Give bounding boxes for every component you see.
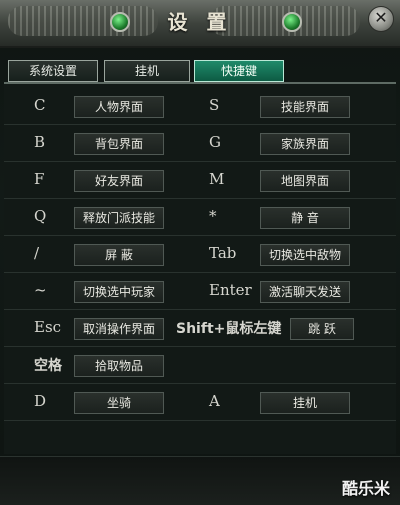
- hotkey-row: ~ 切换选中玩家 Enter 激活聊天发送: [4, 273, 396, 310]
- key-label: C: [34, 96, 46, 114]
- key-label: *: [209, 207, 217, 225]
- key-label: Q: [34, 207, 47, 225]
- hotkey-row: / 屏 蔽 Tab 切换选中敌物: [4, 236, 396, 273]
- watermark-logo: 酷乐米: [341, 479, 390, 498]
- hotkey-action-button[interactable]: 家族界面: [260, 133, 350, 155]
- key-label: G: [209, 133, 221, 151]
- hotkey-row: F 好友界面 M 地图界面: [4, 162, 396, 199]
- tab-bar: 系统设置 挂机 快捷键: [4, 60, 396, 84]
- key-label: D: [34, 392, 47, 410]
- hotkey-action-button[interactable]: 拾取物品: [74, 355, 164, 377]
- hotkey-action-button[interactable]: 坐骑: [74, 392, 164, 414]
- hotkey-action-button[interactable]: 人物界面: [74, 96, 164, 118]
- key-label: Shift+鼠标左键: [176, 321, 282, 337]
- hotkey-row: D 坐骑 A 挂机: [4, 384, 396, 421]
- key-label: 空格: [34, 358, 62, 374]
- window-title: 设 置: [167, 10, 233, 34]
- key-label: B: [34, 133, 46, 151]
- hotkey-action-button[interactable]: 静 音: [260, 207, 350, 229]
- key-label: Tab: [209, 244, 237, 262]
- hotkey-action-button[interactable]: 跳 跃: [290, 318, 354, 340]
- hotkey-row: B 背包界面 G 家族界面: [4, 125, 396, 162]
- hotkey-action-button[interactable]: 切换选中敌物: [260, 244, 350, 266]
- hotkey-row: 空格 拾取物品: [4, 347, 396, 384]
- key-label: Esc: [34, 318, 62, 336]
- key-label: Enter: [209, 281, 252, 299]
- hotkey-action-button[interactable]: 好友界面: [74, 170, 164, 192]
- key-label: A: [209, 392, 220, 410]
- key-label: F: [34, 170, 45, 188]
- title-bar: 设 置 ✕: [0, 0, 400, 48]
- key-label: /: [34, 244, 40, 262]
- footer-bar: 酷乐米: [0, 456, 400, 505]
- hotkey-action-button[interactable]: 技能界面: [260, 96, 350, 118]
- hotkey-action-button[interactable]: 挂机: [260, 392, 350, 414]
- hotkey-action-button[interactable]: 屏 蔽: [74, 244, 164, 266]
- key-label: ~: [34, 281, 47, 299]
- hotkey-action-button[interactable]: 切换选中玩家: [74, 281, 164, 303]
- hotkey-action-button[interactable]: 取消操作界面: [74, 318, 164, 340]
- tab-hotkeys[interactable]: 快捷键: [194, 60, 284, 82]
- settings-window: 设 置 ✕ 系统设置 挂机 快捷键 C 人物界面 S 技能界面 B 背包界面 G…: [0, 0, 400, 505]
- key-label: M: [209, 170, 225, 188]
- hotkey-row: Esc 取消操作界面 Shift+鼠标左键 跳 跃: [4, 310, 396, 347]
- hotkey-panel: C 人物界面 S 技能界面 B 背包界面 G 家族界面 F 好友界面 M 地图界…: [4, 84, 396, 454]
- hotkey-row: C 人物界面 S 技能界面: [4, 88, 396, 125]
- tab-system-settings[interactable]: 系统设置: [8, 60, 98, 82]
- tab-auto-hang[interactable]: 挂机: [104, 60, 190, 82]
- close-icon: ✕: [374, 8, 388, 27]
- hotkey-row: Q 释放门派技能 * 静 音: [4, 199, 396, 236]
- hotkey-action-button[interactable]: 释放门派技能: [74, 207, 164, 229]
- hotkey-action-button[interactable]: 地图界面: [260, 170, 350, 192]
- key-label: S: [209, 96, 220, 114]
- hotkey-action-button[interactable]: 激活聊天发送: [260, 281, 350, 303]
- hotkey-action-button[interactable]: 背包界面: [74, 133, 164, 155]
- close-button[interactable]: ✕: [368, 6, 394, 32]
